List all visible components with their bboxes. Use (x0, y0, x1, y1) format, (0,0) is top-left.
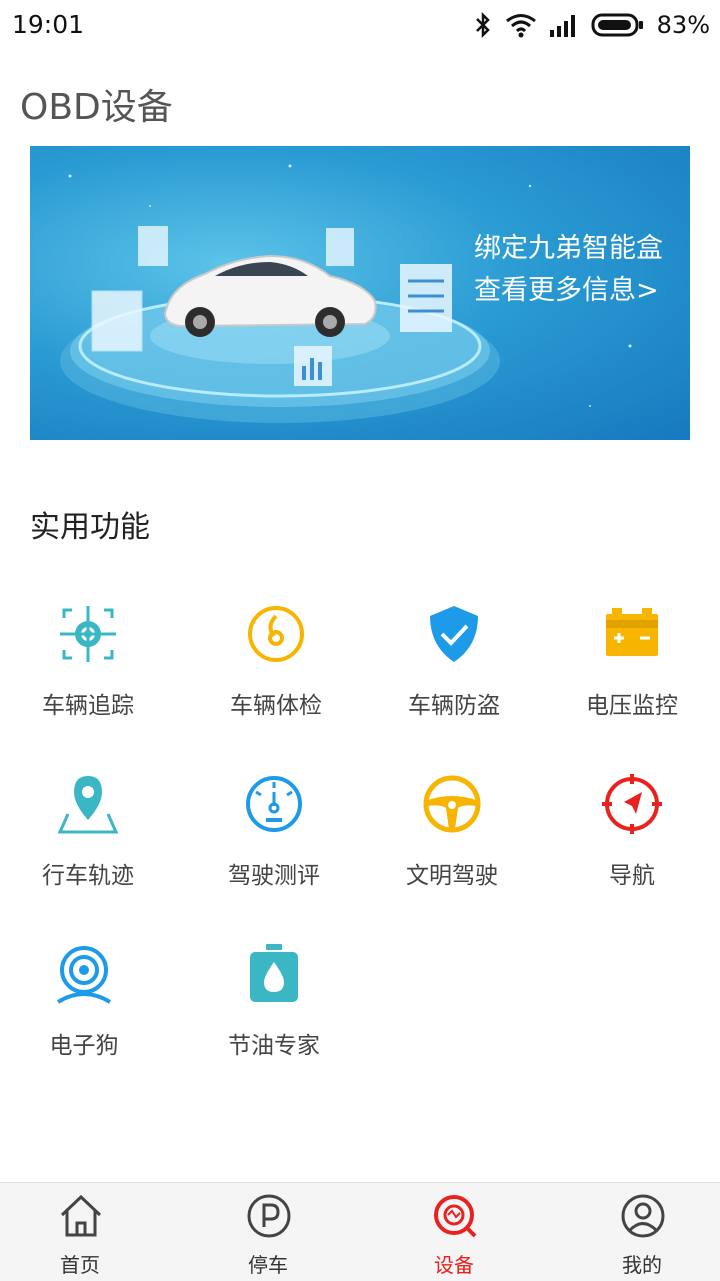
nav-label: 首页 (60, 1253, 100, 1277)
user-icon (621, 1194, 665, 1238)
feature-label: 节油专家 (228, 1033, 320, 1059)
feature-civilized-driving[interactable]: 文明驾驶 (362, 746, 542, 896)
battery-icon (606, 608, 658, 656)
gauge-dial-icon (248, 606, 304, 662)
feature-label: 驾驶测评 (228, 863, 320, 889)
feature-label: 导航 (609, 863, 655, 889)
feature-label: 车辆防盗 (408, 693, 500, 719)
parking-icon (247, 1194, 291, 1238)
feature-vehicle-tracking[interactable]: 车辆追踪 (0, 576, 178, 726)
wifi-icon (505, 14, 536, 38)
feature-vehicle-checkup[interactable]: 车辆体检 (186, 576, 366, 726)
feature-label: 电压监控 (586, 693, 678, 719)
feature-fuel-saving-expert[interactable]: 节油专家 (184, 916, 364, 1066)
bind-device-banner[interactable]: 绑定九弟智能盒 查看更多信息> (30, 146, 690, 440)
nav-item-device[interactable]: 设备 (364, 1183, 544, 1281)
section-title: 实用功能 (30, 510, 150, 545)
nav-label: 设备 (434, 1253, 474, 1277)
nav-item-home[interactable]: 首页 (0, 1183, 170, 1281)
camera-eye-icon (56, 946, 112, 1004)
battery-status-icon (591, 13, 643, 37)
feature-driving-evaluation[interactable]: 驾驶测评 (184, 746, 364, 896)
feature-label: 车辆体检 (230, 693, 322, 719)
page-title: OBD设备 (20, 87, 173, 128)
feature-label: 电子狗 (49, 1033, 119, 1059)
bottom-nav: 首页 停车 设备 我的 (0, 1182, 720, 1281)
feature-anti-theft[interactable]: 车辆防盗 (364, 576, 544, 726)
banner-line-2[interactable]: 查看更多信息> (474, 270, 663, 312)
steering-wheel-icon (423, 775, 481, 833)
nav-item-parking[interactable]: 停车 (178, 1183, 358, 1281)
feature-speed-camera-detector[interactable]: 电子狗 (0, 916, 174, 1066)
home-icon (60, 1194, 102, 1237)
nav-label: 我的 (622, 1253, 662, 1277)
signal-icon (549, 15, 575, 37)
bluetooth-icon (475, 11, 490, 39)
fuel-drop-icon (250, 944, 298, 1002)
feature-label: 车辆追踪 (42, 693, 134, 719)
nav-label: 停车 (248, 1253, 288, 1277)
banner-text: 绑定九弟智能盒 查看更多信息> (474, 228, 663, 312)
speedometer-icon (246, 776, 302, 832)
feature-label: 文明驾驶 (406, 863, 498, 889)
nav-item-mine[interactable]: 我的 (552, 1183, 720, 1281)
feature-voltage-monitor[interactable]: 电压监控 (542, 576, 720, 726)
device-search-icon (434, 1195, 477, 1238)
status-time: 19:01 (12, 10, 85, 39)
shield-check-icon (430, 606, 478, 662)
status-bar: 19:01 83% (0, 0, 720, 52)
feature-driving-route[interactable]: 行车轨迹 (0, 746, 178, 896)
feature-label: 行车轨迹 (42, 863, 134, 889)
compass-icon (602, 774, 662, 834)
status-icons: 83% (473, 8, 710, 42)
crosshair-target-icon (60, 606, 116, 662)
battery-percent: 83% (656, 11, 710, 39)
banner-line-1: 绑定九弟智能盒 (474, 233, 663, 264)
map-pin-icon (58, 776, 118, 834)
feature-navigation[interactable]: 导航 (542, 746, 720, 896)
